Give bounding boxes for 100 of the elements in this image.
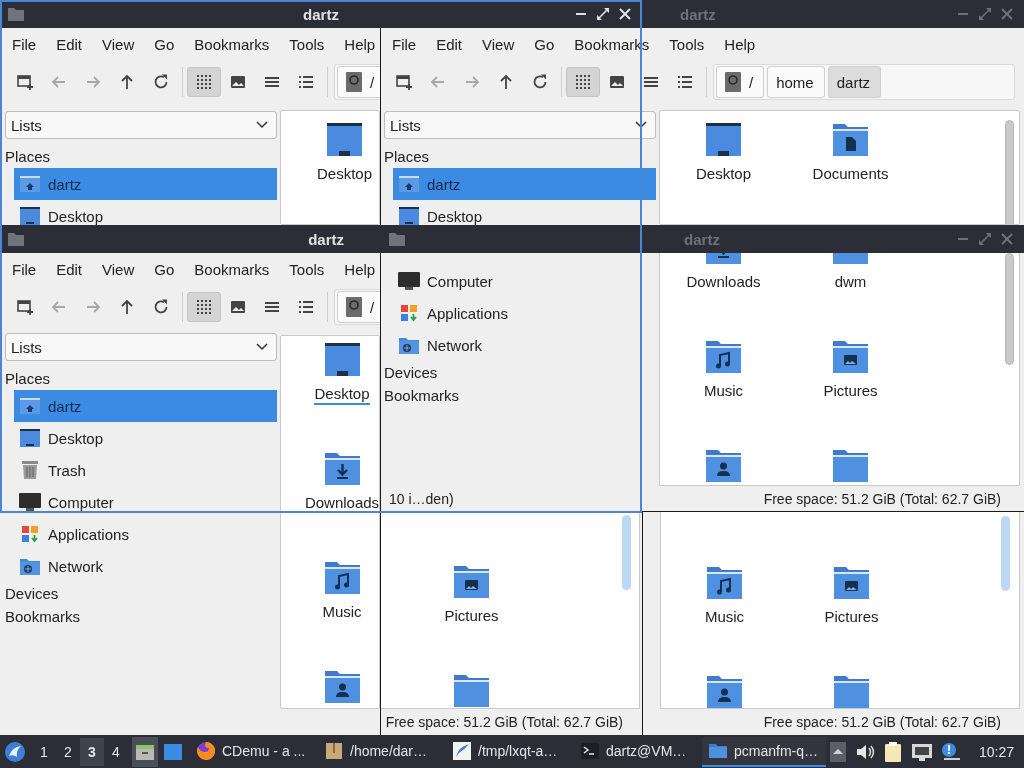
place-item[interactable]: Network	[393, 329, 656, 361]
menu-item[interactable]: Go	[154, 260, 175, 278]
menu-item[interactable]: Tools	[289, 260, 325, 278]
icon-view-button[interactable]	[187, 67, 221, 97]
menu-item[interactable]: View	[482, 35, 515, 53]
side-pane-dropdown[interactable]: Lists	[384, 111, 656, 139]
pictures-folder-icon[interactable]	[453, 563, 490, 599]
file-name[interactable]: Documents	[812, 165, 889, 183]
workspace-button[interactable]: 4	[104, 737, 128, 766]
place-item[interactable]: Trash	[14, 454, 277, 486]
side-pane-dropdown[interactable]: Lists	[5, 333, 277, 361]
icon-view-button[interactable]	[566, 67, 600, 97]
file-name[interactable]: Pictures	[444, 607, 499, 625]
file-name[interactable]: Desktop	[314, 385, 370, 405]
menu-item[interactable]: Tools	[669, 35, 705, 53]
task-button[interactable]: dartz@VM…	[574, 736, 698, 767]
download-folder-icon[interactable]	[323, 450, 361, 486]
place-item[interactable]: Desktop	[393, 200, 656, 225]
menu-item[interactable]: File	[392, 35, 417, 53]
section-header[interactable]: Places	[5, 367, 277, 390]
place-item[interactable]: Computer	[393, 265, 656, 297]
desktop-folder-icon[interactable]	[326, 121, 363, 157]
place-item[interactable]: Applications	[393, 297, 656, 329]
place-item[interactable]: dartz	[14, 168, 277, 200]
notification-icon[interactable]	[941, 741, 962, 762]
user-folder-icon[interactable]	[323, 668, 361, 704]
task-button[interactable]: CDemu - a ...	[190, 736, 314, 767]
start-menu-button[interactable]	[4, 740, 26, 763]
task-button[interactable]: pcmanfm-q…	[702, 736, 826, 767]
section-header[interactable]: Bookmarks	[384, 384, 656, 407]
clipboard-icon[interactable]	[883, 740, 902, 763]
task-button[interactable]: /home/dar…	[318, 736, 442, 767]
folder-icon[interactable]	[453, 672, 490, 708]
user-folder-icon[interactable]	[705, 447, 742, 483]
menu-item[interactable]: Help	[344, 260, 376, 278]
task-button[interactable]: /tmp/lxqt-a…	[446, 736, 570, 767]
section-header[interactable]: Places	[5, 145, 277, 168]
file-name[interactable]: dwm	[834, 273, 867, 291]
menu-item[interactable]: Edit	[436, 35, 463, 53]
file-name[interactable]: Music	[704, 608, 745, 626]
file-name[interactable]: Pictures	[824, 608, 879, 626]
file-name[interactable]: Downloads	[686, 273, 761, 291]
menu-item[interactable]: File	[12, 260, 37, 278]
place-item[interactable]: Desktop	[14, 200, 277, 225]
music-folder-icon[interactable]	[323, 559, 361, 595]
documents-folder-icon[interactable]	[832, 121, 869, 157]
place-item[interactable]: Desktop	[14, 422, 277, 454]
file-manager-launcher[interactable]	[132, 736, 158, 767]
menu-item[interactable]: View	[102, 35, 135, 53]
desktop-folder-icon[interactable]	[323, 341, 361, 377]
user-folder-icon[interactable]	[706, 673, 743, 708]
pictures-folder-icon[interactable]	[833, 564, 870, 600]
folder-icon[interactable]	[833, 673, 870, 708]
pictures-folder-icon[interactable]	[832, 338, 869, 374]
menu-item[interactable]: Bookmarks	[194, 260, 270, 278]
section-header[interactable]: Bookmarks	[5, 605, 277, 628]
place-item[interactable]: dartz	[393, 168, 656, 200]
side-pane-dropdown[interactable]: Lists	[5, 111, 277, 139]
section-header[interactable]: Devices	[5, 582, 277, 605]
place-item[interactable]: Applications	[14, 518, 277, 550]
maximize-button[interactable]	[596, 7, 610, 21]
file-name[interactable]: Desktop	[317, 165, 372, 183]
workspace-button[interactable]: 3	[80, 737, 104, 766]
menu-item[interactable]: Help	[724, 35, 756, 53]
music-folder-icon[interactable]	[705, 338, 742, 374]
menu-item[interactable]: Help	[344, 35, 376, 53]
section-header[interactable]: Devices	[384, 361, 656, 384]
path-button[interactable]: /	[716, 66, 765, 98]
menu-item[interactable]: Go	[534, 35, 555, 53]
file-name[interactable]: Downloads	[304, 494, 379, 512]
music-folder-icon[interactable]	[706, 564, 743, 600]
volume-icon[interactable]	[854, 742, 875, 761]
file-name[interactable]: Music	[703, 382, 744, 400]
menu-item[interactable]: View	[102, 260, 135, 278]
file-name[interactable]: Music	[322, 603, 362, 621]
section-header[interactable]: Places	[384, 145, 656, 168]
folder-icon[interactable]	[832, 447, 869, 483]
clock[interactable]: 10:27	[978, 743, 1014, 760]
scrollbar[interactable]	[622, 515, 631, 590]
place-item[interactable]: Computer	[14, 486, 277, 518]
place-item[interactable]: Network	[14, 550, 277, 582]
menu-item[interactable]: File	[12, 35, 37, 53]
menu-item[interactable]: Bookmarks	[194, 35, 270, 53]
workspace-button[interactable]: 1	[32, 737, 56, 766]
menu-item[interactable]: Go	[154, 35, 175, 53]
menu-item[interactable]: Edit	[56, 260, 83, 278]
path-button[interactable]: /	[337, 66, 380, 98]
file-name[interactable]: Desktop	[696, 165, 751, 183]
desktop-folder-icon[interactable]	[705, 121, 742, 157]
workspace-button[interactable]: 2	[56, 737, 80, 766]
network-icon[interactable]	[910, 741, 933, 762]
place-item[interactable]: dartz	[14, 390, 277, 422]
icon-view-button[interactable]	[187, 292, 221, 322]
path-button[interactable]: home	[767, 66, 825, 98]
file-name[interactable]: Pictures	[823, 382, 878, 400]
path-button[interactable]: /	[337, 291, 380, 323]
menu-item[interactable]: Edit	[56, 35, 83, 53]
path-button[interactable]: dartz	[827, 66, 882, 98]
scrollbar[interactable]	[1001, 516, 1010, 591]
scrollbar[interactable]	[1005, 253, 1014, 365]
